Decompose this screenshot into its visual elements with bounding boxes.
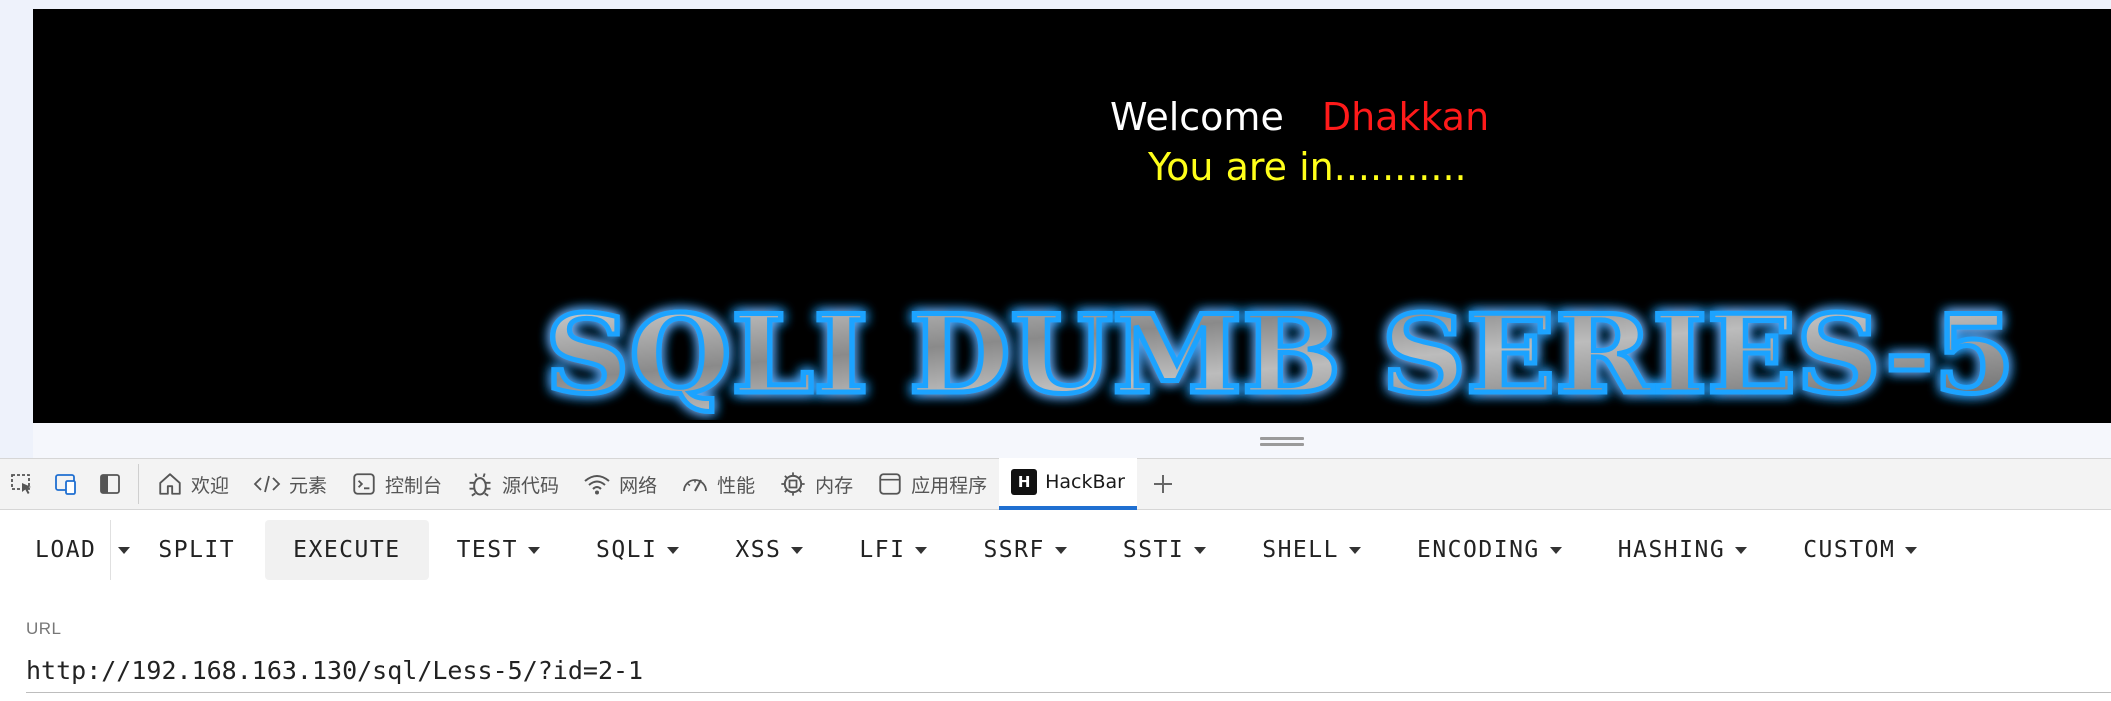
page-left-margin <box>0 0 33 458</box>
sqli-menu-label: SQLI <box>595 537 658 563</box>
shell-menu[interactable]: SHELL <box>1244 520 1379 580</box>
tab-label: 欢迎 <box>191 474 230 497</box>
chevron-down-icon <box>1054 546 1067 554</box>
tab-memory[interactable]: 内存 <box>767 458 865 510</box>
hackbar-logo-icon: H <box>1011 469 1038 495</box>
split-button[interactable]: SPLIT <box>140 520 253 580</box>
tab-label: 控制台 <box>385 474 443 497</box>
plus-icon <box>1154 475 1172 493</box>
tab-label: 内存 <box>815 474 854 497</box>
chevron-down-icon <box>527 546 540 554</box>
tab-sources[interactable]: 源代码 <box>454 458 571 510</box>
tab-label: 网络 <box>619 474 658 497</box>
lfi-menu-label: LFI <box>859 537 906 563</box>
device-emulation-button[interactable] <box>44 458 88 510</box>
code-icon <box>253 475 281 493</box>
chevron-down-icon <box>1905 546 1918 554</box>
tab-application[interactable]: 应用程序 <box>865 458 999 510</box>
tab-performance[interactable]: 性能 <box>669 458 767 510</box>
encoding-menu[interactable]: ENCODING <box>1399 520 1580 580</box>
chevron-down-icon <box>915 546 928 554</box>
devtools-resize-handle[interactable] <box>1260 437 1304 447</box>
sqli-menu[interactable]: SQLI <box>578 520 697 580</box>
page-footer-area <box>33 423 2111 458</box>
ssrf-menu-label: SSRF <box>983 537 1045 563</box>
home-icon <box>159 473 181 495</box>
banner-title: SQLI DUMB SERIES-5 <box>545 292 2015 418</box>
lfi-menu[interactable]: LFI <box>841 520 945 580</box>
page-viewport: Welcome Dhakkan You are in........... SQL… <box>0 0 2111 458</box>
encoding-menu-label: ENCODING <box>1416 537 1540 563</box>
add-tab-button[interactable] <box>1137 458 1189 510</box>
chevron-down-icon <box>667 546 680 554</box>
test-menu[interactable]: TEST <box>439 520 558 580</box>
ssti-menu-label: SSTI <box>1122 537 1185 563</box>
xss-menu-label: XSS <box>735 537 782 563</box>
login-status-text: You are in........... <box>1148 145 1467 189</box>
chevron-down-icon <box>117 546 130 554</box>
url-input[interactable] <box>26 648 2111 693</box>
tab-label: HackBar <box>1045 471 1125 493</box>
execute-button[interactable]: EXECUTE <box>265 520 429 580</box>
app-window-icon <box>879 473 901 495</box>
chevron-down-icon <box>1348 546 1361 554</box>
dock-side-button[interactable] <box>88 458 132 510</box>
bug-icon <box>469 473 491 497</box>
username-text: Dhakkan <box>1321 95 1490 139</box>
wifi-icon <box>584 475 610 495</box>
tab-welcome[interactable]: 欢迎 <box>145 458 241 510</box>
ssrf-menu[interactable]: SSRF <box>965 520 1084 580</box>
gauge-icon <box>683 479 707 492</box>
tab-console[interactable]: 控制台 <box>339 458 454 510</box>
xss-menu[interactable]: XSS <box>717 520 821 580</box>
sqli-banner: SQLI DUMB SERIES-5 <box>543 290 2018 421</box>
inspect-icon <box>11 474 31 494</box>
chip-icon <box>781 472 805 496</box>
shell-menu-label: SHELL <box>1262 537 1339 563</box>
chevron-down-icon <box>791 546 804 554</box>
url-field-label: URL <box>26 619 62 638</box>
custom-menu-label: CUSTOM <box>1803 537 1896 563</box>
dock-panel-icon <box>100 474 120 494</box>
welcome-text: Welcome <box>1110 95 1284 139</box>
device-icon <box>55 474 76 495</box>
welcome-line: Welcome Dhakkan <box>1110 95 1489 139</box>
tab-label: 源代码 <box>502 474 560 497</box>
tab-label: 元素 <box>289 474 328 497</box>
console-icon <box>353 473 375 495</box>
devtools-tab-bar: 欢迎 元素 控制台 源代码 网络 性能 内存 应用程序 H HackBar <box>0 458 2111 510</box>
inspect-element-button[interactable] <box>0 458 44 510</box>
tab-bar-divider <box>138 464 139 504</box>
tab-network[interactable]: 网络 <box>571 458 669 510</box>
test-menu-label: TEST <box>456 537 518 563</box>
ssti-menu[interactable]: SSTI <box>1105 520 1224 580</box>
chevron-down-icon <box>1549 546 1562 554</box>
hashing-menu-label: HASHING <box>1617 537 1726 563</box>
tab-label: 性能 <box>717 474 756 497</box>
load-button[interactable]: LOAD <box>17 520 110 580</box>
custom-menu[interactable]: CUSTOM <box>1785 520 1935 580</box>
tab-label: 应用程序 <box>911 474 988 497</box>
tab-elements[interactable]: 元素 <box>241 458 339 510</box>
hackbar-toolbar: LOAD SPLIT EXECUTE TEST SQLI XSS LFI SSR… <box>0 510 2111 590</box>
chevron-down-icon <box>1735 546 1748 554</box>
chevron-down-icon <box>1194 546 1207 554</box>
hashing-menu[interactable]: HASHING <box>1600 520 1765 580</box>
tab-hackbar[interactable]: H HackBar <box>999 458 1137 510</box>
load-options-dropdown[interactable] <box>110 520 136 580</box>
